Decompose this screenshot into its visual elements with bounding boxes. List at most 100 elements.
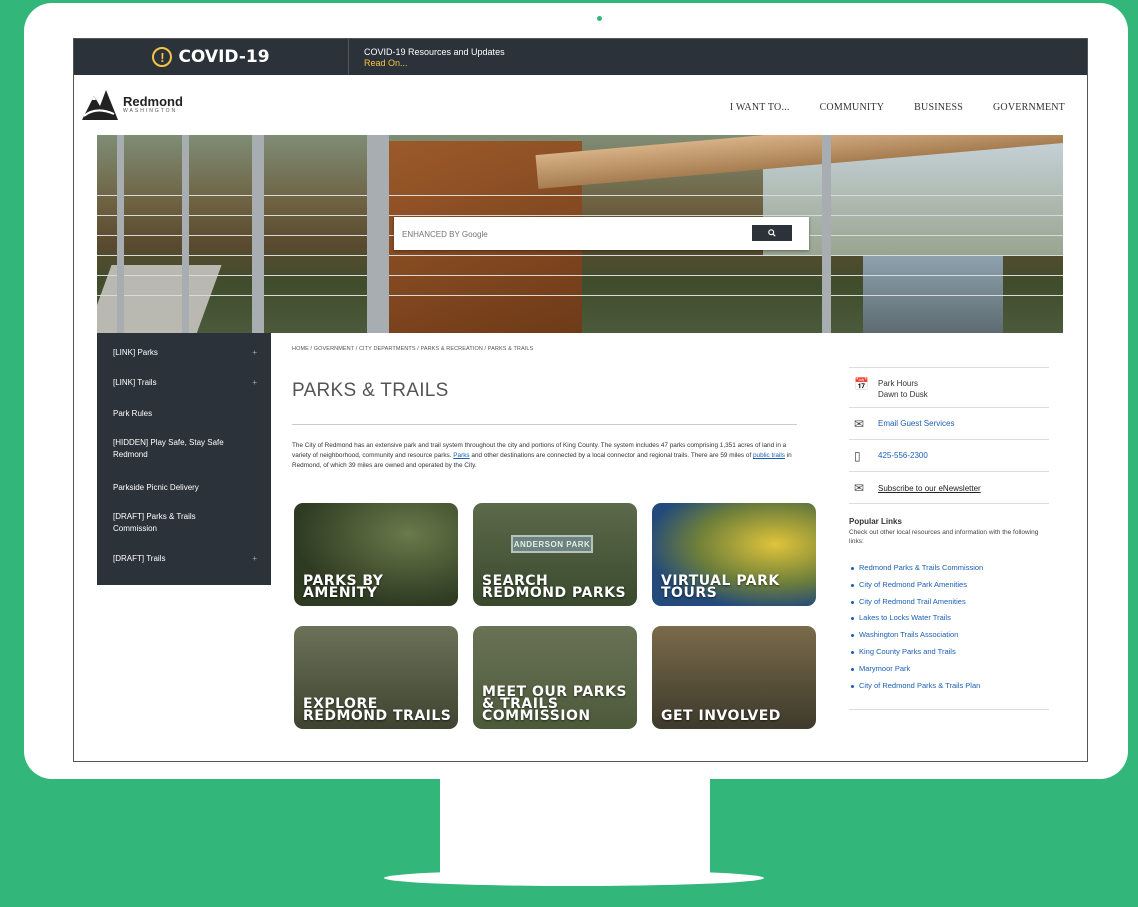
sidebar-item-parks[interactable]: [LINK] Parks +	[113, 347, 263, 359]
popular-link[interactable]: King County Parks and Trails	[849, 644, 1049, 661]
popular-link[interactable]: Marymoor Park	[849, 661, 1049, 678]
popular-link[interactable]: City of Redmond Trail Amenities	[849, 594, 1049, 611]
site-search	[394, 217, 809, 250]
sidebar-item-play-safe[interactable]: [HIDDEN] Play Safe, Stay Safe Redmond	[113, 437, 233, 461]
search-input[interactable]	[402, 226, 742, 242]
sidebar-item-label: [LINK] Trails	[113, 378, 157, 387]
sidebar-item-label: [LINK] Parks	[113, 348, 158, 357]
subscribe-link[interactable]: Subscribe to our eNewsletter	[878, 483, 981, 494]
hero-post	[367, 135, 389, 333]
nav-business[interactable]: BUSINESS	[914, 102, 963, 113]
hero-river	[863, 255, 1003, 333]
popular-link[interactable]: City of Redmond Park Amenities	[849, 577, 1049, 594]
covid-read-on-link[interactable]: Read On...	[364, 58, 505, 69]
park-hours-title: Park Hours	[878, 379, 919, 388]
covid-headline[interactable]: COVID-19 Resources and Updates	[364, 47, 505, 58]
sidebar-item-trails[interactable]: [LINK] Trails +	[113, 377, 263, 389]
tile-label: SEARCH REDMOND PARKS	[482, 573, 627, 601]
park-hours-value: Dawn to Dusk	[878, 390, 928, 399]
mountain-logo-icon	[82, 90, 118, 120]
hero-post	[252, 135, 264, 333]
tile-get-involved[interactable]: GET INVOLVED	[652, 626, 816, 729]
covid-badge[interactable]: ! COVID-19	[74, 39, 349, 75]
tile-label: VIRTUAL PARK TOURS	[661, 573, 780, 601]
sidebar-item-label: [DRAFT] Trails	[113, 554, 166, 563]
title-divider	[292, 424, 797, 425]
popular-link[interactable]: City of Redmond Parks & Trails Plan	[849, 678, 1049, 695]
monitor-stand	[440, 779, 710, 883]
nav-i-want-to[interactable]: I WANT TO...	[730, 102, 790, 113]
main-nav: I WANT TO... COMMUNITY BUSINESS GOVERNME…	[730, 102, 1065, 113]
envelope-icon: ✉	[854, 481, 865, 495]
site-header: Redmond WASHINGTON I WANT TO... COMMUNIT…	[74, 75, 1087, 135]
hero-cable	[97, 215, 1063, 216]
sidebar-item-label: [DRAFT] Parks & Trails Commission	[113, 512, 196, 533]
popular-links-description: Check out other local resources and info…	[849, 529, 1039, 545]
phone-row[interactable]: ▯ 425-556-2300	[849, 439, 1049, 471]
search-icon	[768, 229, 776, 237]
phone-icon: ▯	[854, 449, 861, 463]
hero-post	[182, 135, 189, 333]
logo-subtitle: WASHINGTON	[123, 107, 178, 114]
tile-parks-by-amenity[interactable]: PARKS BY AMENITY	[294, 503, 458, 606]
divider	[849, 503, 1049, 504]
tile-meet-commission[interactable]: MEET OUR PARKS & TRAILS COMMISSION	[473, 626, 637, 729]
sidebar-item-commission[interactable]: [DRAFT] Parks & Trails Commission	[113, 511, 223, 535]
sidebar-item-label: [HIDDEN] Play Safe, Stay Safe Redmond	[113, 438, 224, 459]
popular-link[interactable]: Redmond Parks & Trails Commission	[849, 560, 1049, 577]
nav-community[interactable]: COMMUNITY	[820, 102, 885, 113]
plus-icon[interactable]: +	[252, 347, 257, 359]
tile-explore-redmond-trails[interactable]: EXPLORE REDMOND TRAILS	[294, 626, 458, 729]
hero-cable	[97, 255, 1063, 256]
sidebar-nav: [LINK] Parks + [LINK] Trails + Park Rule…	[97, 333, 271, 585]
sidebar-item-draft-trails[interactable]: [DRAFT] Trails +	[113, 553, 263, 565]
parks-link[interactable]: Parks	[453, 452, 469, 459]
popular-link[interactable]: Washington Trails Association	[849, 627, 1049, 644]
logo-name: Redmond	[123, 93, 183, 109]
covid-title: COVID-19	[178, 47, 270, 67]
park-hours-row: 📅 Park Hours Dawn to Dusk	[849, 367, 1049, 407]
tile-label: PARKS BY AMENITY	[303, 573, 384, 601]
camera-dot	[597, 16, 602, 21]
email-row[interactable]: ✉ Email Guest Services	[849, 407, 1049, 439]
intro-text: and other destinations are connected by …	[469, 452, 753, 459]
hero-cable	[97, 195, 1063, 196]
email-guest-services-link[interactable]: Email Guest Services	[878, 418, 954, 429]
site-logo[interactable]: Redmond WASHINGTON	[80, 86, 183, 122]
breadcrumb[interactable]: HOME / GOVERNMENT / CITY DEPARTMENTS / P…	[292, 346, 533, 352]
phone-link[interactable]: 425-556-2300	[878, 450, 928, 461]
tile-label: GET INVOLVED	[661, 708, 781, 724]
covid-banner[interactable]: ! COVID-19 COVID-19 Resources and Update…	[74, 39, 1087, 75]
plus-icon[interactable]: +	[252, 553, 257, 565]
tile-label: MEET OUR PARKS & TRAILS COMMISSION	[482, 684, 627, 724]
tile-search-redmond-parks[interactable]: ANDERSON PARK SEARCH REDMOND PARKS	[473, 503, 637, 606]
sidebar-item-picnic-delivery[interactable]: Parkside Picnic Delivery	[113, 482, 263, 494]
tile-virtual-park-tours[interactable]: VIRTUAL PARK TOURS	[652, 503, 816, 606]
plus-icon[interactable]: +	[252, 377, 257, 389]
calendar-icon: 📅	[854, 377, 869, 391]
browser-screen: ! COVID-19 COVID-19 Resources and Update…	[73, 38, 1088, 762]
search-button[interactable]	[752, 225, 792, 241]
nav-government[interactable]: GOVERNMENT	[993, 102, 1065, 113]
exclamation-circle-icon: !	[152, 47, 173, 67]
subscribe-row[interactable]: ✉ Subscribe to our eNewsletter	[849, 471, 1049, 503]
divider	[849, 709, 1049, 710]
monitor-foot	[384, 870, 764, 886]
tile-label: EXPLORE REDMOND TRAILS	[303, 696, 452, 724]
hero-image	[97, 135, 1063, 333]
popular-link[interactable]: Lakes to Locks Water Trails	[849, 610, 1049, 627]
park-hours-text: Park Hours Dawn to Dusk	[878, 378, 928, 400]
popular-links-list: Redmond Parks & Trails Commission City o…	[849, 560, 1049, 694]
public-trails-link[interactable]: public trails	[753, 452, 785, 459]
hero-post	[822, 135, 831, 333]
envelope-icon: ✉	[854, 417, 865, 431]
intro-paragraph: The City of Redmond has an extensive par…	[292, 441, 802, 471]
covid-message[interactable]: COVID-19 Resources and Updates Read On..…	[364, 47, 505, 69]
page-title: PARKS & TRAILS	[292, 380, 449, 401]
sidebar-item-label: Park Rules	[113, 409, 153, 418]
anderson-park-sign: ANDERSON PARK	[511, 535, 593, 553]
sidebar-item-label: Parkside Picnic Delivery	[113, 483, 199, 492]
sidebar-item-park-rules[interactable]: Park Rules	[113, 408, 263, 420]
hero-cable	[97, 295, 1063, 296]
popular-links-title: Popular Links	[849, 517, 902, 526]
